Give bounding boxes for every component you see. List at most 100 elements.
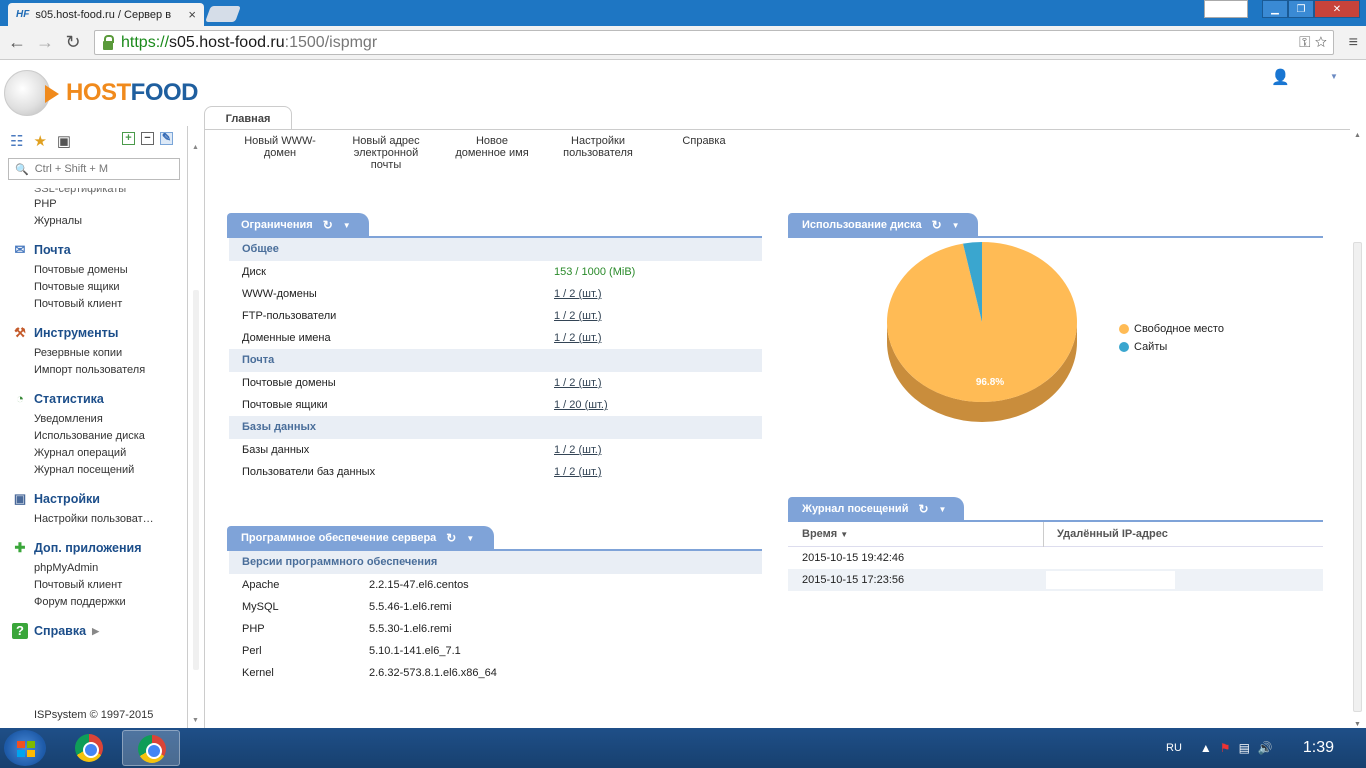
- sidebar-item[interactable]: PHP: [0, 196, 188, 213]
- sidebar-item-ssl[interactable]: SSL-сертификаты: [0, 188, 188, 196]
- tab-main[interactable]: Главная: [204, 106, 292, 130]
- limit-value[interactable]: 1 / 2 (шт.): [554, 466, 602, 478]
- sidebar-item[interactable]: Журнал посещений: [0, 462, 188, 479]
- sidebar-group-2[interactable]: ◔ Статистика: [0, 391, 188, 407]
- column-ip[interactable]: Удалённый IP-адрес: [1044, 528, 1168, 540]
- sidebar-item[interactable]: Использование диска: [0, 428, 188, 445]
- tab-close-icon[interactable]: ×: [188, 7, 196, 22]
- sidebar-group-label: Инструменты: [34, 326, 119, 340]
- sidebar-group-0[interactable]: ✉ Почта: [0, 242, 188, 258]
- chevron-down-icon[interactable]: ▼: [343, 221, 351, 230]
- key-icon[interactable]: ⚿: [1299, 34, 1310, 51]
- visits-panel-header[interactable]: Журнал посещений ↻ ▼: [788, 497, 964, 521]
- language-indicator[interactable]: RU: [1166, 742, 1182, 754]
- maximize-button[interactable]: ❐: [1288, 0, 1314, 18]
- minimize-button[interactable]: ▁: [1262, 0, 1288, 18]
- refresh-icon[interactable]: ↻: [446, 531, 456, 545]
- refresh-icon[interactable]: ↻: [932, 218, 942, 232]
- sidebar-item[interactable]: Журналы: [0, 213, 188, 230]
- chevron-down-icon[interactable]: ▼: [939, 505, 947, 514]
- favorites-star-icon[interactable]: ★: [33, 132, 46, 150]
- browser-menu-icon[interactable]: ≡: [1349, 34, 1358, 52]
- visit-time: 2015-10-15 19:42:46: [802, 552, 905, 564]
- sidebar-group-4[interactable]: ✚ Доп. приложения: [0, 540, 188, 556]
- profile-button[interactable]: [1204, 0, 1248, 18]
- software-panel-header[interactable]: Программное обеспечение сервера ↻ ▼: [227, 526, 494, 550]
- sidebar: ☷ ★ ▣ + − ✎ 🔍 SSL-сертификатыPHPЖурналы ✉…: [0, 126, 188, 728]
- user-menu-caret-icon[interactable]: ▼: [1330, 72, 1338, 81]
- clock[interactable]: 1:39: [1303, 739, 1334, 757]
- tab-title: s05.host-food.ru / Сервер в: [35, 8, 172, 21]
- sidebar-item[interactable]: Почтовые ящики: [0, 279, 188, 296]
- legend-item[interactable]: Свободное место: [1119, 320, 1224, 338]
- sidebar-group-5[interactable]: ? Справка ▶: [0, 623, 188, 639]
- disk-usage-panel-header[interactable]: Использование диска ↻ ▼: [788, 213, 978, 237]
- sidebar-scrollbar[interactable]: ▲ ▼: [191, 140, 201, 726]
- chevron-down-icon[interactable]: ▼: [466, 534, 474, 543]
- briefcase-icon[interactable]: ▣: [57, 132, 71, 150]
- collapse-all-icon[interactable]: −: [141, 132, 154, 145]
- volume-icon[interactable]: 🔊: [1258, 741, 1273, 755]
- expand-all-icon[interactable]: +: [122, 132, 135, 145]
- sidebar-group-1[interactable]: ⚒ Инструменты: [0, 325, 188, 341]
- sidebar-item[interactable]: Журнал операций: [0, 445, 188, 462]
- chevron-down-icon[interactable]: ▼: [952, 221, 960, 230]
- refresh-icon[interactable]: ↻: [323, 218, 333, 232]
- close-window-button[interactable]: ✕: [1314, 0, 1360, 18]
- sidebar-item[interactable]: Почтовый клиент: [0, 577, 188, 594]
- menu-search[interactable]: 🔍: [8, 158, 180, 180]
- disk-pie-chart: 96.8%: [887, 242, 1077, 422]
- sidebar-item[interactable]: Уведомления: [0, 411, 188, 428]
- table-row[interactable]: 2015-10-15 19:42:46: [788, 547, 1323, 569]
- address-bar[interactable]: https://s05.host-food.ru:1500/ispmgr ⚿ ☆: [94, 30, 1334, 55]
- limits-panel-header[interactable]: Ограничения ↻ ▼: [227, 213, 369, 237]
- limit-value[interactable]: 1 / 2 (шт.): [554, 377, 602, 389]
- sidebar-item[interactable]: Настройки пользоват…: [0, 511, 188, 528]
- sidebar-item[interactable]: Импорт пользователя: [0, 362, 188, 379]
- pin-menu-icon[interactable]: ✎: [160, 132, 173, 145]
- sidebar-group-3[interactable]: ▣ Настройки: [0, 491, 188, 507]
- browser-tab[interactable]: HF s05.host-food.ru / Сервер в ×: [8, 3, 204, 26]
- logo-emblem-icon: [4, 70, 59, 116]
- show-hidden-icons-icon[interactable]: ▲: [1200, 741, 1212, 755]
- user-avatar-icon[interactable]: 👤: [1271, 68, 1290, 86]
- network-icon[interactable]: ▤: [1239, 741, 1250, 755]
- menu-search-input[interactable]: [34, 163, 175, 175]
- url-host: s05.host-food.ru: [169, 33, 285, 51]
- new-tab-button[interactable]: [205, 6, 241, 22]
- menu-tree-icon[interactable]: ☷: [10, 132, 23, 150]
- quick-action[interactable]: Справка: [651, 135, 757, 171]
- quick-action[interactable]: Настройки пользователя: [545, 135, 651, 171]
- quick-action[interactable]: Новый адрес электронной почты: [333, 135, 439, 171]
- taskbar-chrome-active[interactable]: [122, 730, 180, 766]
- limit-value[interactable]: 1 / 2 (шт.): [554, 332, 602, 344]
- back-arrow-icon[interactable]: ←: [6, 32, 28, 53]
- main-scrollbar[interactable]: ▲ ▼: [1351, 130, 1364, 728]
- legend-item[interactable]: Сайты: [1119, 338, 1224, 356]
- sidebar-item[interactable]: Резервные копии: [0, 345, 188, 362]
- sidebar-item[interactable]: phpMyAdmin: [0, 560, 188, 577]
- taskbar-chrome-pinned[interactable]: [60, 730, 118, 766]
- quick-action[interactable]: Новое доменное имя: [439, 135, 545, 171]
- sidebar-item[interactable]: Почтовые домены: [0, 262, 188, 279]
- reload-icon[interactable]: ↻: [62, 32, 84, 53]
- windows-logo-icon: [17, 741, 35, 757]
- quick-action[interactable]: Новый WWW-домен: [227, 135, 333, 171]
- action-center-flag-icon[interactable]: ⚑: [1220, 741, 1231, 755]
- sidebar-item[interactable]: Почтовый клиент: [0, 296, 188, 313]
- browser-titlebar: HF s05.host-food.ru / Сервер в × ▁ ❐ ✕: [0, 0, 1366, 26]
- column-time[interactable]: Время ▼: [788, 521, 1044, 547]
- visits-title: Журнал посещений: [802, 503, 909, 515]
- table-row[interactable]: 2015-10-15 17:23:56: [788, 569, 1323, 591]
- bookmark-star-icon[interactable]: ☆: [1315, 34, 1327, 51]
- limit-value[interactable]: 1 / 2 (шт.): [554, 444, 602, 456]
- sidebar-item[interactable]: Форум поддержки: [0, 594, 188, 611]
- limit-value[interactable]: 1 / 2 (шт.): [554, 288, 602, 300]
- forward-arrow-icon[interactable]: →: [34, 32, 56, 53]
- refresh-icon[interactable]: ↻: [918, 502, 928, 516]
- visit-ip: [1046, 571, 1175, 589]
- software-name: PHP: [242, 623, 265, 635]
- limit-value[interactable]: 1 / 20 (шт.): [554, 399, 608, 411]
- legend-dot-icon: [1119, 342, 1129, 352]
- limit-value[interactable]: 1 / 2 (шт.): [554, 310, 602, 322]
